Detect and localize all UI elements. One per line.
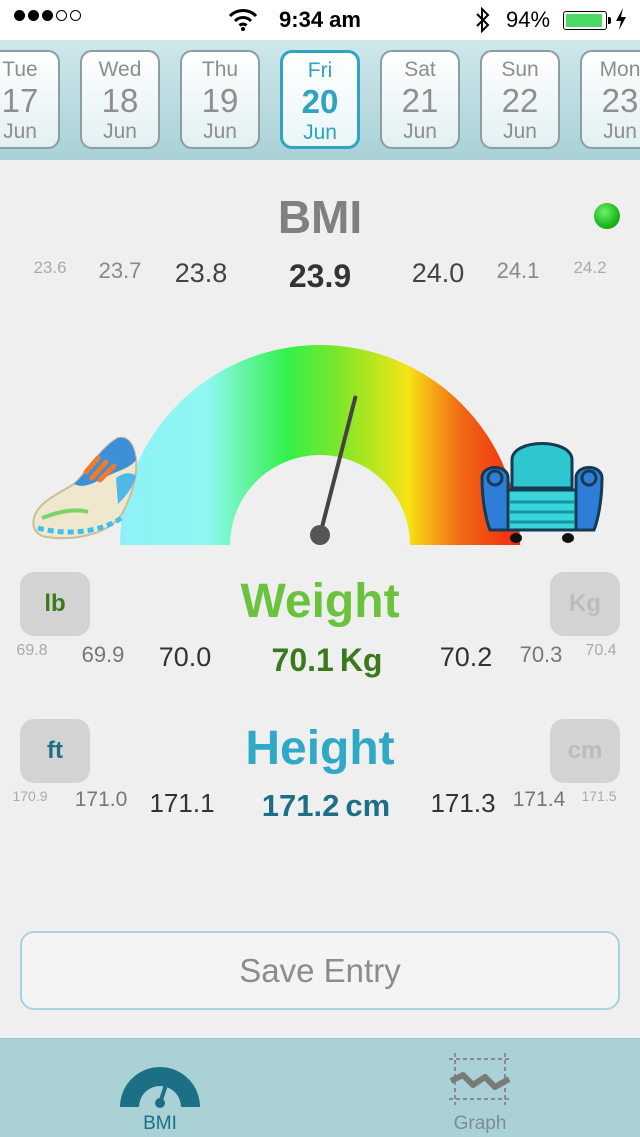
height-value-text: 170.9	[12, 788, 48, 804]
bluetooth-icon	[476, 6, 490, 34]
height-scale-value: 170.9	[12, 788, 47, 804]
height-scale-value: 171.3	[430, 788, 495, 819]
date-mon-23[interactable]: Mon 23 Jun	[580, 50, 640, 149]
height-scale[interactable]: 170.9 171.0 171.1 171.2 cm 171.3 171.4 171.5	[0, 788, 640, 832]
date-day: 19	[201, 82, 239, 119]
date-fri-20[interactable]: Fri 20 Jun	[280, 50, 360, 149]
bmi-status-indicator	[594, 203, 620, 229]
height-scale-value: 171.5	[581, 788, 616, 804]
height-scale-value: 171.0	[75, 788, 128, 812]
date-day: 22	[501, 82, 539, 119]
bmi-value-text: 23.8	[174, 258, 228, 288]
height-value-text: 171.2	[261, 788, 340, 823]
date-weekday: Sun	[501, 58, 539, 81]
weight-value-text: 70.2	[439, 642, 493, 672]
tab-graph[interactable]: Graph	[320, 1039, 640, 1137]
date-wed-18[interactable]: Wed 18 Jun	[80, 50, 160, 149]
date-weekday: Wed	[98, 58, 142, 81]
date-tue-17[interactable]: Tue 17 Jun	[0, 50, 60, 149]
bmi-value-text: 23.6	[33, 258, 67, 277]
weight-current-unit: Kg	[339, 642, 383, 678]
date-sat-21[interactable]: Sat 21 Jun	[380, 50, 460, 149]
bmi-scale-value: 24.2	[573, 258, 606, 278]
weight-unit-kg-button[interactable]: Kg	[550, 572, 620, 636]
weight-value-text: 70.4	[585, 642, 617, 659]
date-weekday: Thu	[201, 58, 239, 81]
weight-scale-value: 70.2	[440, 642, 493, 673]
gauge-icon	[120, 1067, 200, 1108]
bmi-value-text: 23.9	[288, 258, 352, 294]
date-day: 17	[1, 82, 39, 119]
charging-bolt-icon	[616, 8, 626, 30]
battery-icon	[563, 11, 611, 30]
date-picker-strip[interactable]: Tue 17 Jun Wed 18 Jun Thu 19 Jun Fri 20 Jun Sat 21 Jun…	[0, 40, 640, 160]
date-weekday: Sat	[404, 58, 436, 81]
weight-scale-value: 70.3	[520, 642, 563, 668]
weight-value-text: 69.9	[81, 642, 125, 667]
date-weekday: Fri	[307, 59, 333, 82]
weight-title: Weight	[240, 575, 400, 628]
height-current-unit: cm	[345, 788, 391, 823]
armchair-icon	[480, 442, 604, 543]
date-month: Jun	[103, 120, 137, 143]
weight-scale-value: 69.8	[16, 642, 47, 660]
weight-value-text: 70.0	[158, 642, 212, 672]
bmi-title: BMI	[277, 191, 363, 243]
weight-scale-value: 70.0	[159, 642, 212, 673]
weight-scale-value: 69.9	[82, 642, 125, 668]
tab-graph-label: Graph	[453, 1113, 507, 1134]
date-month: Jun	[503, 120, 537, 143]
height-scale-value: 171.2 cm	[262, 788, 390, 824]
bmi-scale-value: 23.9	[289, 258, 351, 295]
date-month: Jun	[603, 120, 637, 143]
height-scale-value: 171.4	[513, 788, 566, 812]
weight-scale-value: 70.1 Kg	[272, 642, 383, 679]
date-month: Jun	[403, 120, 437, 143]
running-shoe-icon	[32, 436, 138, 540]
graph-icon	[449, 1053, 511, 1105]
battery-percent: 94%	[506, 7, 551, 32]
date-day: 20	[301, 83, 339, 120]
bmi-scale-value: 23.8	[175, 258, 228, 289]
bmi-scale-value: 23.7	[99, 258, 142, 284]
date-day: 23	[601, 82, 639, 119]
weight-scale-value: 70.4	[585, 642, 616, 660]
bmi-scale[interactable]: 23.6 23.7 23.8 23.9 24.0 24.1 24.2	[0, 258, 640, 298]
bmi-scale-value: 24.0	[412, 258, 465, 289]
height-unit-cm-button[interactable]: cm	[550, 719, 620, 783]
weight-scale[interactable]: 69.8 69.9 70.0 70.1 Kg 70.2 70.3 70.4	[0, 642, 640, 686]
date-weekday: Tue	[2, 58, 38, 81]
bmi-value-text: 24.2	[573, 258, 607, 277]
bmi-value-text: 24.0	[411, 258, 465, 288]
tab-bmi[interactable]: BMI	[0, 1039, 320, 1137]
height-value-text: 171.1	[149, 788, 215, 818]
weight-value-text: 70.3	[519, 642, 563, 667]
date-weekday: Mon	[599, 58, 640, 81]
date-day: 18	[101, 82, 139, 119]
date-sun-22[interactable]: Sun 22 Jun	[480, 50, 560, 149]
weight-value-text: 69.8	[16, 642, 48, 659]
date-month: Jun	[303, 121, 337, 144]
bmi-scale-value: 23.6	[33, 258, 66, 278]
height-value-text: 171.0	[74, 788, 128, 811]
date-month: Jun	[203, 120, 237, 143]
tab-bmi-label: BMI	[143, 1113, 177, 1134]
height-scale-value: 171.1	[149, 788, 214, 819]
date-day: 21	[401, 82, 439, 119]
status-bar: 9:34 am 94%	[0, 0, 640, 40]
date-thu-19[interactable]: Thu 19 Jun	[180, 50, 260, 149]
height-value-text: 171.5	[581, 788, 617, 804]
tab-bar: BMI Graph	[0, 1038, 640, 1137]
save-entry-button[interactable]: Save Entry	[20, 931, 620, 1010]
weight-value-text: 70.1	[271, 642, 334, 678]
height-title: Height	[245, 722, 395, 775]
bmi-scale-value: 24.1	[497, 258, 540, 284]
height-value-text: 171.3	[430, 788, 496, 818]
bmi-value-text: 24.1	[496, 258, 540, 283]
height-value-text: 171.4	[512, 788, 566, 811]
date-month: Jun	[3, 120, 37, 143]
bmi-value-text: 23.7	[98, 258, 142, 283]
